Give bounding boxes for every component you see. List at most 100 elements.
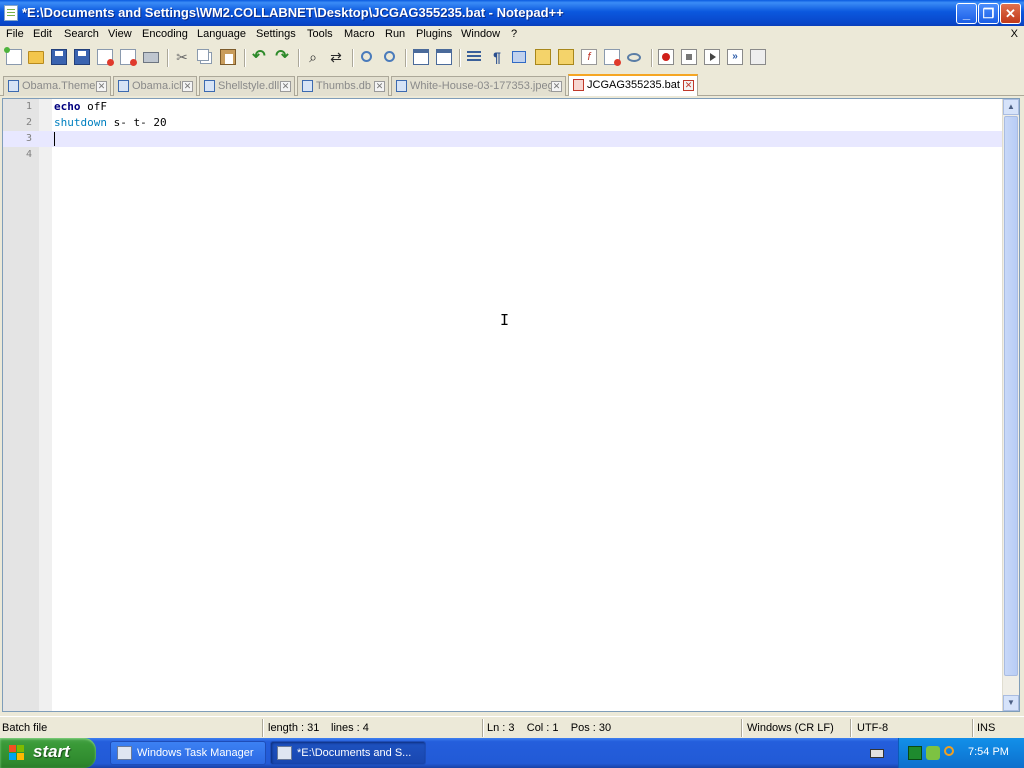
paste-icon[interactable] xyxy=(220,49,236,65)
copy-icon[interactable] xyxy=(197,49,209,61)
stop-recording-icon[interactable] xyxy=(681,49,697,65)
close-all-icon[interactable] xyxy=(120,49,137,66)
tab-close-icon[interactable]: ✕ xyxy=(280,81,291,92)
taskbar-notepad-plus-plus[interactable]: *E:\Documents and S... xyxy=(270,741,426,765)
shield-icon[interactable] xyxy=(926,746,940,760)
run-macro-multiple-icon[interactable]: » xyxy=(727,49,743,65)
menu-settings[interactable]: Settings xyxy=(256,28,296,40)
sync-vertical-icon[interactable] xyxy=(413,49,429,65)
toolbar-separator xyxy=(405,49,407,67)
find-icon[interactable]: ⌕ xyxy=(305,49,321,65)
code-line[interactable]: 2 shutdown s- t- 20 xyxy=(3,115,1003,131)
status-eol[interactable]: Windows (CR LF) xyxy=(747,722,834,734)
replace-icon[interactable]: ⇄ xyxy=(328,49,344,65)
close-button[interactable]: ✕ xyxy=(1000,3,1021,24)
redo-icon[interactable]: ↷ xyxy=(274,49,290,65)
status-file-type: Batch file xyxy=(2,722,48,734)
status-insert-mode[interactable]: INS xyxy=(977,722,995,734)
menu-run[interactable]: Run xyxy=(385,28,405,40)
scroll-down-button[interactable]: ▼ xyxy=(1003,695,1019,711)
start-button[interactable]: start xyxy=(0,738,96,768)
scroll-up-button[interactable]: ▲ xyxy=(1003,99,1019,115)
zoom-out-icon[interactable] xyxy=(384,51,395,62)
text-caret xyxy=(54,132,55,146)
tab-obama-icl[interactable]: Obama.icl ✕ xyxy=(113,76,197,96)
word-wrap-icon[interactable] xyxy=(467,51,481,63)
windows-logo-icon xyxy=(9,745,25,761)
zoom-in-icon[interactable] xyxy=(361,51,372,62)
save-macro-icon[interactable] xyxy=(750,49,766,65)
minimize-button[interactable]: _ xyxy=(956,3,977,24)
tab-close-icon[interactable]: ✕ xyxy=(683,80,694,91)
print-icon[interactable] xyxy=(143,52,159,63)
menu-language[interactable]: Language xyxy=(197,28,246,40)
menu-view[interactable]: View xyxy=(108,28,132,40)
show-all-characters-icon[interactable]: ¶ xyxy=(489,49,505,65)
restore-button[interactable]: ❐ xyxy=(978,3,999,24)
tab-shellstyle-dll[interactable]: Shellstyle.dll ✕ xyxy=(199,76,295,96)
notepad-plus-plus-icon[interactable] xyxy=(4,5,18,21)
indent-guide-icon[interactable] xyxy=(512,51,526,63)
user-defined-language-icon[interactable] xyxy=(535,49,551,65)
code-line[interactable]: 1 echo ofF xyxy=(3,99,1003,115)
line-number-gutter xyxy=(3,99,39,711)
tab-white-house-jpeg[interactable]: White-House-03-177353.jpeg ✕ xyxy=(391,76,566,96)
taskbar: start Windows Task Manager *E:\Documents… xyxy=(0,738,1024,768)
window-title: *E:\Documents and Settings\WM2.COLLABNET… xyxy=(22,5,564,20)
title-bar[interactable]: *E:\Documents and Settings\WM2.COLLABNET… xyxy=(0,0,1024,26)
menu-tools[interactable]: Tools xyxy=(307,28,333,40)
play-macro-icon[interactable] xyxy=(704,49,720,65)
editor-area[interactable]: 1 echo ofF 2 shutdown s- t- 20 3 4 I ▲ ▼ xyxy=(2,98,1020,712)
network-icon[interactable] xyxy=(908,746,922,760)
taskbar-task-manager[interactable]: Windows Task Manager xyxy=(110,741,266,765)
menu-file[interactable]: File xyxy=(6,28,24,40)
vertical-scrollbar[interactable]: ▲ ▼ xyxy=(1002,99,1019,711)
fold-margin xyxy=(39,99,52,711)
tab-close-icon[interactable]: ✕ xyxy=(551,81,562,92)
menu-search[interactable]: Search xyxy=(64,28,99,40)
close-file-icon[interactable] xyxy=(97,49,114,66)
file-icon xyxy=(118,80,129,92)
menu-macro[interactable]: Macro xyxy=(344,28,375,40)
line-number: 3 xyxy=(25,133,32,144)
menu-bar: File Edit Search View Encoding Language … xyxy=(0,26,1024,44)
clock[interactable]: 7:54 PM xyxy=(968,746,1009,758)
save-all-icon[interactable] xyxy=(74,49,90,65)
menu-window[interactable]: Window xyxy=(461,28,500,40)
tab-obama-theme[interactable]: Obama.Theme ✕ xyxy=(3,76,111,96)
search-icon[interactable] xyxy=(944,746,954,756)
record-macro-icon[interactable] xyxy=(658,49,674,65)
toolbar: ✂ ↶ ↷ ⌕ ⇄ ¶ f » xyxy=(0,44,1024,72)
file-icon xyxy=(396,80,407,92)
code-text: shutdown s- t- 20 xyxy=(54,116,167,129)
document-map-icon[interactable] xyxy=(558,49,574,65)
menu-plugins[interactable]: Plugins xyxy=(416,28,452,40)
file-icon xyxy=(302,80,313,92)
toolbar-separator xyxy=(298,49,300,67)
new-file-icon[interactable] xyxy=(4,47,22,65)
line-number: 4 xyxy=(25,149,32,160)
menu-edit[interactable]: Edit xyxy=(33,28,52,40)
folder-as-workspace-icon[interactable] xyxy=(604,49,621,66)
close-document-x[interactable]: X xyxy=(1011,28,1018,40)
open-file-icon[interactable] xyxy=(28,51,44,64)
tab-thumbs-db[interactable]: Thumbs.db ✕ xyxy=(297,76,389,96)
monitoring-icon[interactable] xyxy=(627,53,641,62)
keyboard-icon[interactable] xyxy=(870,749,884,758)
tab-close-icon[interactable]: ✕ xyxy=(182,81,193,92)
tab-jcgag355235-bat[interactable]: JCGAG355235.bat ✕ xyxy=(568,74,698,96)
tab-close-icon[interactable]: ✕ xyxy=(374,81,385,92)
sync-horizontal-icon[interactable] xyxy=(436,49,452,65)
current-code-line[interactable]: 3 xyxy=(3,131,1003,147)
menu-help[interactable]: ? xyxy=(511,28,517,40)
save-icon[interactable] xyxy=(51,49,67,65)
menu-encoding[interactable]: Encoding xyxy=(142,28,188,40)
status-encoding[interactable]: UTF-8 xyxy=(857,722,888,734)
code-line[interactable]: 4 xyxy=(3,147,1003,163)
undo-icon[interactable]: ↶ xyxy=(251,49,267,65)
tab-close-icon[interactable]: ✕ xyxy=(96,81,107,92)
scroll-thumb[interactable] xyxy=(1004,116,1018,676)
toolbar-separator xyxy=(352,49,354,67)
cut-icon[interactable]: ✂ xyxy=(174,49,190,65)
function-list-icon[interactable]: f xyxy=(581,49,597,65)
